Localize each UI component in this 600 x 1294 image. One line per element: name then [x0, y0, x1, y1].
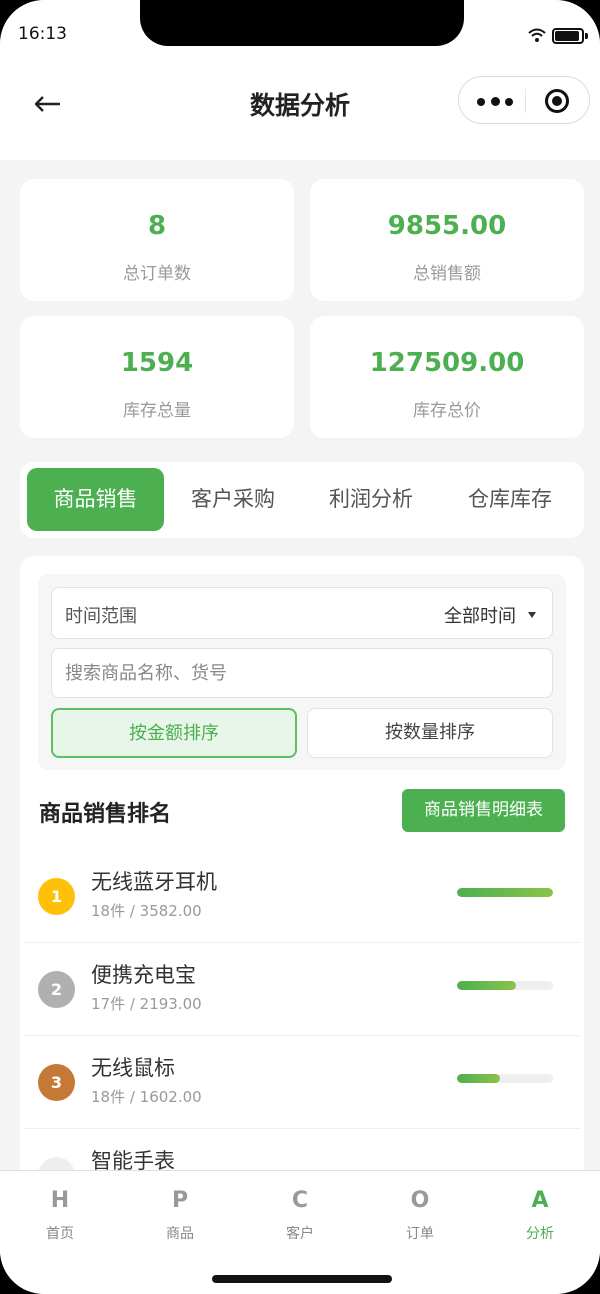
- tabbar-label: 商品: [166, 1226, 194, 1242]
- phone-screen: 16:13 数据分析 8 总订单数 9855.00 总销售额 1594 库存总量…: [0, 0, 600, 1294]
- stat-card-total-orders: 8 总订单数: [20, 179, 294, 301]
- customers-icon: C: [291, 1188, 309, 1213]
- filter-box: 时间范围 全部时间 按金额排序 按数量排序: [38, 574, 566, 770]
- rank-badge: 2: [38, 971, 75, 1008]
- status-bar: 16:13: [0, 0, 600, 58]
- analysis-icon: A: [531, 1188, 549, 1213]
- rank-badge: 1: [38, 878, 75, 915]
- sales-panel: 时间范围 全部时间 按金额排序 按数量排序 商品销售排名 商品销售明细表 1 无…: [20, 556, 584, 1196]
- time-range-select[interactable]: 时间范围 全部时间: [51, 587, 553, 639]
- tabbar-item-products[interactable]: P 商品: [120, 1185, 240, 1243]
- stat-label: 总销售额: [413, 264, 481, 284]
- tabbar-item-orders[interactable]: O 订单: [360, 1185, 480, 1243]
- stat-value: 8: [147, 211, 167, 241]
- sort-by-quantity-button[interactable]: 按数量排序: [307, 708, 553, 758]
- stat-card-total-sales: 9855.00 总销售额: [310, 179, 584, 301]
- sort-by-amount-button[interactable]: 按金额排序: [51, 708, 297, 758]
- sales-detail-button[interactable]: 商品销售明细表: [402, 789, 565, 832]
- stat-label: 总订单数: [123, 264, 191, 284]
- tabbar-item-home[interactable]: H 首页: [0, 1185, 120, 1243]
- home-icon: H: [50, 1188, 70, 1213]
- sales-bar-fill: [457, 888, 553, 897]
- nav-bar: 数据分析: [0, 58, 600, 160]
- tab-profit-analysis[interactable]: 利润分析: [302, 468, 440, 531]
- product-sales-meta: 18件 / 1602.00: [91, 1088, 202, 1106]
- analysis-tabs: 商品销售 客户采购 利润分析 仓库库存: [20, 462, 584, 538]
- tab-product-sales[interactable]: 商品销售: [27, 468, 164, 531]
- time-range-value: 全部时间: [444, 606, 516, 627]
- stat-card-stock-quantity: 1594 库存总量: [20, 316, 294, 438]
- tab-warehouse-stock[interactable]: 仓库库存: [442, 468, 578, 531]
- orders-icon: O: [410, 1188, 430, 1213]
- tabbar-label: 订单: [406, 1226, 434, 1242]
- battery-icon: [552, 28, 588, 44]
- ranking-row[interactable]: 2 便携充电宝 17件 / 2193.00: [24, 943, 580, 1036]
- status-time: 16:13: [18, 24, 67, 44]
- tabbar-label: 分析: [526, 1226, 554, 1242]
- stat-label: 库存总价: [413, 401, 481, 421]
- sales-bar-track: [457, 1074, 553, 1083]
- product-sales-meta: 17件 / 2193.00: [91, 995, 202, 1013]
- tabbar-item-customers[interactable]: C 客户: [240, 1185, 360, 1243]
- stat-card-stock-value: 127509.00 库存总价: [310, 316, 584, 438]
- product-name: 无线鼠标: [91, 1056, 175, 1080]
- tabbar-item-analysis[interactable]: A 分析: [480, 1185, 600, 1243]
- ranking-row[interactable]: 1 无线蓝牙耳机 18件 / 3582.00: [24, 850, 580, 943]
- mini-program-capsule: [458, 76, 590, 124]
- stat-value: 1594: [120, 348, 194, 378]
- rank-badge: 3: [38, 1064, 75, 1101]
- product-search-input[interactable]: [51, 648, 553, 698]
- products-icon: P: [171, 1188, 189, 1213]
- product-name: 无线蓝牙耳机: [91, 870, 217, 894]
- home-indicator: [212, 1275, 392, 1283]
- tabbar-label: 客户: [286, 1226, 314, 1242]
- stat-value: 9855.00: [387, 211, 507, 241]
- sales-bar-fill: [457, 981, 516, 990]
- tab-customer-purchases[interactable]: 客户采购: [166, 468, 300, 531]
- stat-label: 库存总量: [123, 401, 191, 421]
- sales-bar-track: [457, 981, 553, 990]
- capsule-divider: [525, 89, 526, 113]
- tabbar-label: 首页: [46, 1226, 74, 1242]
- stat-value: 127509.00: [369, 348, 525, 378]
- more-dots-icon[interactable]: [475, 85, 515, 115]
- time-range-label: 时间范围: [65, 606, 137, 627]
- camera-notch: [140, 0, 464, 46]
- ranking-row[interactable]: 3 无线鼠标 18件 / 1602.00: [24, 1036, 580, 1129]
- ranking-title: 商品销售排名: [39, 802, 172, 827]
- caret-down-icon: [528, 612, 536, 618]
- product-name: 便携充电宝: [91, 963, 196, 987]
- sales-bar-track: [457, 888, 553, 897]
- target-circle-icon[interactable]: [545, 89, 569, 113]
- wifi-icon: [528, 28, 546, 42]
- product-sales-meta: 18件 / 3582.00: [91, 902, 202, 920]
- sales-bar-fill: [457, 1074, 501, 1083]
